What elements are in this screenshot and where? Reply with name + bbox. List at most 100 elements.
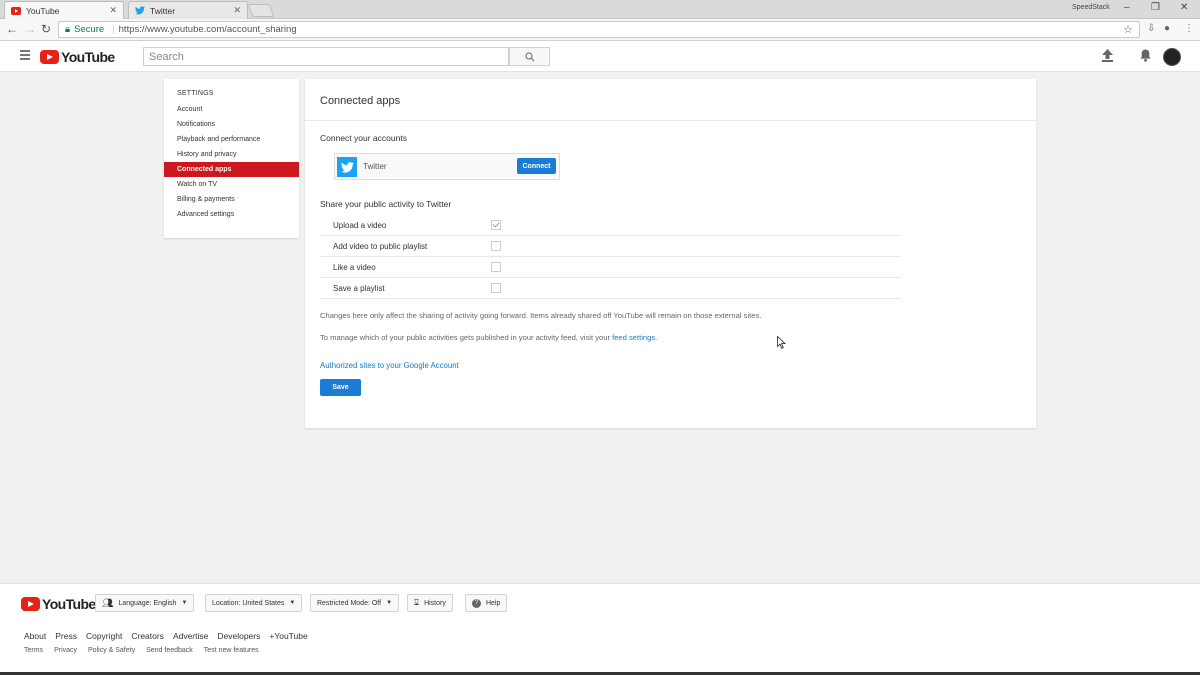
close-icon[interactable]: ✕: [109, 5, 117, 16]
minimize-icon[interactable]: –: [1124, 2, 1130, 13]
language-selector[interactable]: 👥︎ Language: English ▼: [95, 594, 195, 612]
browser-tab-bar: YouTube ✕ Twitter ✕ SpeedStack – ❐ ✕: [0, 0, 1200, 19]
twitter-connect-card: Twitter Connect: [334, 153, 560, 180]
browser-tab-youtube[interactable]: YouTube ✕: [4, 1, 124, 19]
footer-link-copyright[interactable]: Copyright: [86, 631, 122, 641]
notifications-bell-icon[interactable]: [1140, 49, 1151, 62]
like-video-checkbox[interactable]: [491, 262, 501, 272]
search-button[interactable]: [509, 47, 550, 66]
activity-row-upload: Upload a video: [320, 215, 901, 236]
activity-row-like: Like a video: [320, 257, 901, 278]
sidebar-item-notifications[interactable]: Notifications: [164, 117, 299, 132]
close-icon[interactable]: ✕: [233, 5, 241, 16]
twitter-account-label: Twitter: [363, 162, 387, 171]
hourglass-icon: ⌛︎: [414, 598, 420, 607]
connect-button[interactable]: Connect: [517, 158, 556, 174]
feed-settings-link[interactable]: feed settings: [612, 333, 655, 342]
help-button[interactable]: ? Help: [465, 594, 508, 612]
youtube-header: YouTube Search: [0, 41, 1200, 72]
sharing-note: Changes here only affect the sharing of …: [320, 311, 762, 320]
sidebar-item-history-privacy[interactable]: History and privacy: [164, 147, 299, 162]
footer-link-developers[interactable]: Developers: [217, 631, 260, 641]
activity-row-save-playlist: Save a playlist: [320, 278, 901, 299]
bookmark-star-icon[interactable]: ☆: [1123, 23, 1133, 36]
sidebar-item-account[interactable]: Account: [164, 102, 299, 117]
authorized-sites-link[interactable]: Authorized sites to your Google Account: [320, 361, 459, 370]
sidebar-item-connected-apps[interactable]: Connected apps: [164, 162, 299, 177]
footer-link-about[interactable]: About: [24, 631, 46, 641]
footer-link-plus-youtube[interactable]: +YouTube: [269, 631, 307, 641]
avatar[interactable]: [1163, 48, 1181, 66]
youtube-logo[interactable]: YouTube: [40, 49, 115, 65]
forward-icon[interactable]: →: [24, 22, 36, 36]
profile-extension-icon[interactable]: ●: [1164, 23, 1170, 34]
browser-address-bar: ← → ↻ 🔒︎ Secure | https://www.youtube.co…: [0, 19, 1200, 41]
connected-apps-panel: Connected apps Connect your accounts Twi…: [305, 79, 1036, 428]
sidebar-item-advanced[interactable]: Advanced settings: [164, 207, 299, 222]
reload-icon[interactable]: ↻: [41, 22, 51, 36]
page-footer: YouTube 👥︎ Language: English ▼ Location:…: [0, 583, 1200, 675]
activity-label: Add video to public playlist: [333, 242, 428, 251]
browser-tab-twitter[interactable]: Twitter ✕: [128, 1, 248, 19]
url-field[interactable]: 🔒︎ Secure | https://www.youtube.com/acco…: [58, 21, 1140, 38]
add-to-playlist-checkbox[interactable]: [491, 241, 501, 251]
help-icon: ?: [472, 598, 481, 608]
caret-down-icon: ▼: [181, 600, 188, 606]
activity-label: Save a playlist: [333, 284, 385, 293]
save-playlist-checkbox[interactable]: [491, 283, 501, 293]
footer-link-privacy[interactable]: Privacy: [54, 647, 77, 654]
activity-label: Upload a video: [333, 221, 387, 230]
new-tab-button[interactable]: [247, 4, 275, 17]
sidebar-heading: SETTINGS: [177, 90, 214, 97]
footer-link-creators[interactable]: Creators: [131, 631, 164, 641]
caret-down-icon: ▼: [289, 600, 296, 606]
page-title: Connected apps: [320, 95, 401, 107]
search-input[interactable]: Search: [143, 47, 509, 66]
sidebar-item-watch-on-tv[interactable]: Watch on TV: [164, 177, 299, 192]
settings-sidebar: SETTINGS Account Notifications Playback …: [164, 79, 299, 238]
share-activity-heading: Share your public activity to Twitter: [320, 199, 452, 209]
activity-row-playlist: Add video to public playlist: [320, 236, 901, 257]
footer-secondary-links: Terms Privacy Policy & Safety Send feedb…: [24, 647, 259, 654]
footer-link-send-feedback[interactable]: Send feedback: [146, 647, 193, 654]
connect-accounts-heading: Connect your accounts: [320, 133, 407, 143]
youtube-icon: [11, 6, 21, 16]
save-button[interactable]: Save: [320, 379, 361, 396]
sidebar-item-playback[interactable]: Playback and performance: [164, 132, 299, 147]
back-icon[interactable]: ←: [6, 22, 18, 36]
divider: [305, 120, 1036, 121]
twitter-icon: [135, 6, 145, 16]
location-selector[interactable]: Location: United States ▼: [205, 594, 303, 612]
youtube-play-icon: [21, 597, 40, 611]
browser-menu-icon[interactable]: ⋮: [1184, 23, 1194, 34]
footer-link-terms[interactable]: Terms: [24, 647, 43, 654]
upload-icon[interactable]: [1102, 49, 1113, 62]
sidebar-item-billing[interactable]: Billing & payments: [164, 192, 299, 207]
caret-down-icon: ▼: [386, 600, 393, 606]
secure-label: Secure: [74, 24, 105, 35]
footer-link-advertise[interactable]: Advertise: [173, 631, 208, 641]
mouse-cursor-icon: [777, 336, 786, 349]
close-window-icon[interactable]: ✕: [1180, 2, 1188, 13]
youtube-play-icon: [40, 50, 59, 64]
maximize-icon[interactable]: ❐: [1151, 2, 1160, 13]
search-icon: [524, 51, 535, 62]
tab-title: Twitter: [150, 5, 176, 16]
feed-note: To manage which of your public activitie…: [320, 333, 658, 342]
footer-link-test-features[interactable]: Test new features: [204, 647, 259, 654]
menu-icon[interactable]: [20, 50, 30, 62]
tab-title: YouTube: [26, 5, 60, 16]
footer-youtube-logo[interactable]: YouTube: [21, 596, 96, 612]
lock-icon: 🔒︎: [65, 24, 71, 35]
footer-link-press[interactable]: Press: [55, 631, 77, 641]
history-button[interactable]: ⌛︎ History: [407, 594, 453, 612]
url-text: https://www.youtube.com/account_sharing: [118, 24, 297, 35]
window-profile-label: SpeedStack: [1072, 4, 1110, 11]
footer-primary-links: About Press Copyright Creators Advertise…: [24, 631, 308, 641]
footer-link-policy-safety[interactable]: Policy & Safety: [88, 647, 135, 654]
upload-video-checkbox[interactable]: [491, 220, 501, 230]
twitter-icon: [337, 157, 357, 177]
language-icon: 👥︎: [102, 597, 114, 608]
extension-icon[interactable]: ⇩: [1147, 23, 1155, 34]
restricted-mode-selector[interactable]: Restricted Mode: Off ▼: [310, 594, 400, 612]
